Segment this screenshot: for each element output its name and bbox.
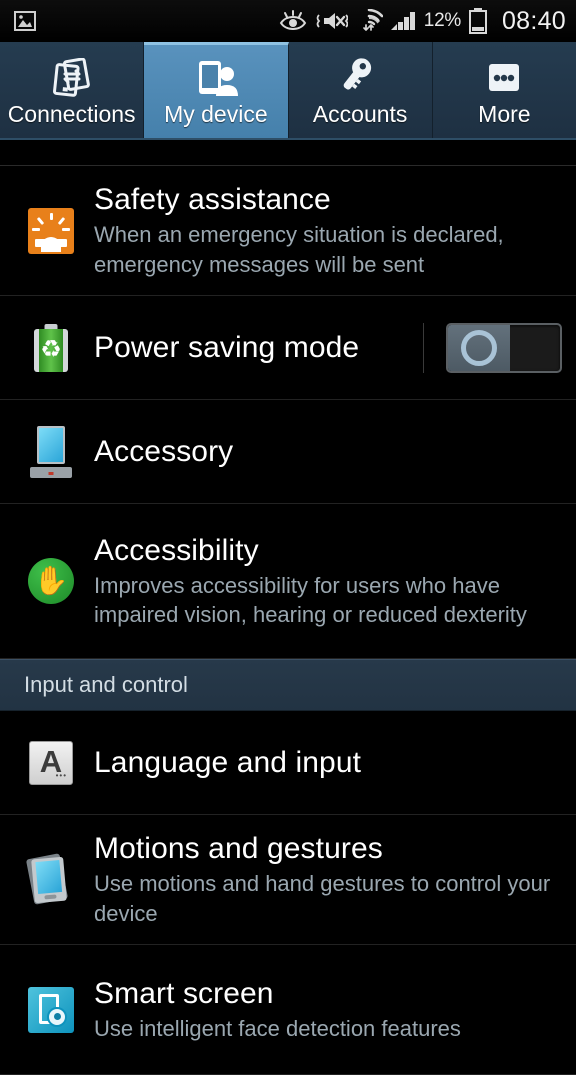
list-item-text: Accessibility Improves accessibility for… <box>82 533 562 630</box>
tab-accounts-label: Accounts <box>312 101 408 127</box>
clipped-previous-row[interactable]: Lock screen <box>0 140 576 166</box>
section-header-input-and-control: Input and control <box>0 659 576 711</box>
sound-mute-vibrate-icon <box>316 13 348 29</box>
tab-accounts[interactable]: Accounts <box>288 42 433 138</box>
list-item-text: Language and input <box>82 745 562 780</box>
list-item-subtitle: Improves accessibility for users who hav… <box>94 572 527 628</box>
list-item-title: Smart screen <box>94 976 274 1010</box>
list-item-smart-screen[interactable]: Smart screen Use intelligent face detect… <box>0 945 576 1075</box>
status-bar-left-icons <box>14 11 36 31</box>
toggle-knob <box>448 324 510 371</box>
siren-icon <box>20 207 82 254</box>
list-item-title: Accessory <box>94 434 234 468</box>
list-item-title: Language and input <box>94 745 362 779</box>
smart-stay-eye-icon <box>279 10 306 30</box>
tab-more[interactable]: More <box>432 42 576 138</box>
clock-label: 08:40 <box>501 6 566 35</box>
more-dots-icon <box>481 56 527 98</box>
tab-my-device-label: My device <box>164 101 268 127</box>
tilted-phone-icon <box>20 852 82 906</box>
list-item-subtitle: Use motions and hand gestures to control… <box>94 871 551 926</box>
image-icon <box>14 11 36 31</box>
list-item-text: Accessory <box>82 434 562 469</box>
tab-more-label: More <box>478 101 531 127</box>
list-item-title: Safety assistance <box>94 183 331 217</box>
dock-accessory-icon <box>20 425 82 478</box>
section-header-label: Input and control <box>24 672 188 697</box>
settings-list[interactable]: Lock screen Safety assistance When an em… <box>0 140 576 1075</box>
hand-accessibility-icon: ✋ <box>20 558 82 604</box>
list-item-language-and-input[interactable]: A ••• Language and input <box>0 711 576 815</box>
tab-bar: Connections My device Accounts More <box>0 42 576 140</box>
power-saving-mode-toggle[interactable] <box>446 322 562 373</box>
tab-connections[interactable]: Connections <box>0 42 145 138</box>
clipped-previous-row-label: Lock screen <box>0 140 576 145</box>
my-device-icon <box>193 56 239 98</box>
list-item-title: Accessibility <box>94 533 259 567</box>
status-bar: 12% 08:40 <box>0 0 576 42</box>
list-item-subtitle: When an emergency situation is declared,… <box>94 222 504 277</box>
list-item-accessibility[interactable]: ✋ Accessibility Improves accessibility f… <box>0 504 576 659</box>
list-item-power-saving-mode[interactable]: ♻ Power saving mode <box>0 296 576 400</box>
list-item-accessory[interactable]: Accessory <box>0 400 576 504</box>
list-item-text: Motions and gestures Use motions and han… <box>82 831 562 928</box>
battery-icon <box>468 8 487 34</box>
battery-recycle-icon: ♻ <box>20 323 82 372</box>
list-item-title: Power saving mode <box>94 330 360 364</box>
tab-connections-label: Connections <box>7 101 136 127</box>
cellular-signal-icon <box>390 12 415 30</box>
battery-percent-label: 12% <box>423 10 461 31</box>
list-item-subtitle: Use intelligent face detection features <box>94 1015 461 1041</box>
wifi-icon <box>362 9 383 31</box>
list-item-title: Motions and gestures <box>94 832 383 866</box>
power-saving-toggle-area[interactable] <box>423 322 562 373</box>
connections-icon <box>49 56 95 98</box>
list-item-text: Power saving mode <box>82 330 417 365</box>
list-item-text: Safety assistance When an emergency situ… <box>82 182 562 279</box>
list-item-safety-assistance[interactable]: Safety assistance When an emergency situ… <box>0 166 576 296</box>
tab-my-device[interactable]: My device <box>144 42 289 138</box>
a-key-icon: A ••• <box>20 740 82 785</box>
accounts-key-icon <box>337 56 383 98</box>
status-bar-right-icons: 12% 08:40 <box>279 7 566 36</box>
list-item-motions-and-gestures[interactable]: Motions and gestures Use motions and han… <box>0 815 576 945</box>
smart-screen-eye-icon <box>20 986 82 1033</box>
list-item-text: Smart screen Use intelligent face detect… <box>82 976 562 1043</box>
